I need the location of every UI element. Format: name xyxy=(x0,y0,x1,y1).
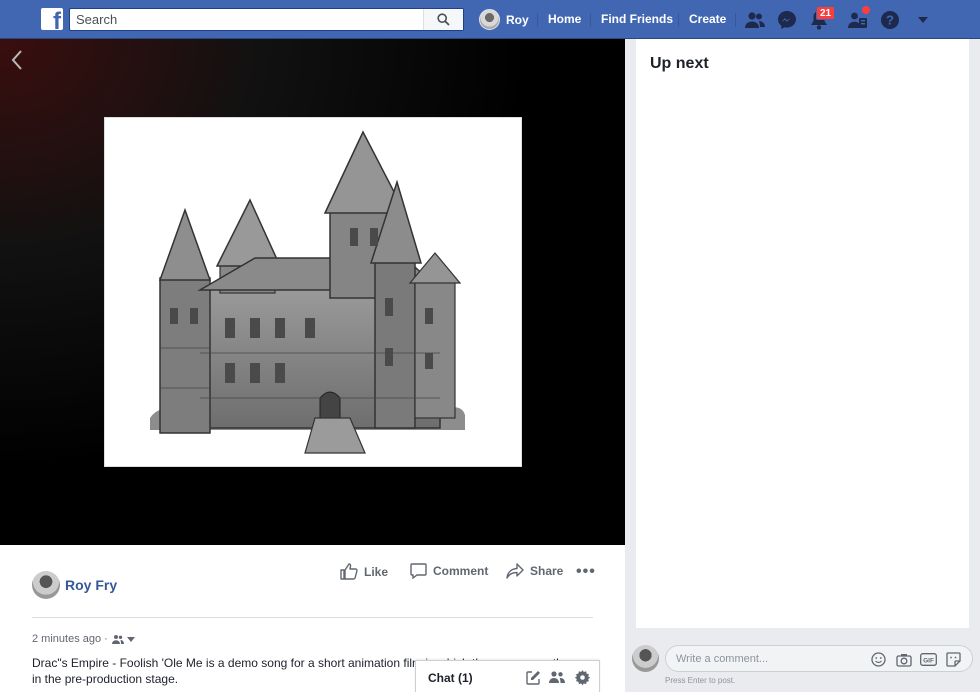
up-next-title: Up next xyxy=(650,55,709,72)
camera-icon[interactable] xyxy=(895,651,912,668)
chevron-left-icon[interactable] xyxy=(8,49,28,71)
comment-button[interactable]: Comment xyxy=(410,563,488,579)
group-chat-icon[interactable] xyxy=(549,669,565,685)
nav-divider xyxy=(590,13,591,27)
search-icon xyxy=(437,13,450,26)
account-menu-caret-icon[interactable] xyxy=(912,9,934,31)
post-timestamp: 2 minutes ago · xyxy=(32,633,135,645)
svg-text:GIF: GIF xyxy=(923,657,934,664)
timestamp-link[interactable]: 2 minutes ago · xyxy=(32,633,108,645)
photo-theater xyxy=(0,39,625,545)
gear-icon[interactable] xyxy=(574,669,590,685)
post-author-name[interactable]: Roy Fry xyxy=(65,577,117,593)
avatar xyxy=(632,645,659,672)
chat-bar[interactable]: Chat (1) xyxy=(415,660,600,692)
right-sidebar: Up next GIF Press Enter to post. xyxy=(625,39,980,692)
search-button[interactable] xyxy=(423,9,463,30)
unread-indicator-dot xyxy=(862,6,870,14)
top-navigation-bar: f Roy Home Find Friends Create 21 ? xyxy=(0,0,980,39)
castle-illustration xyxy=(150,130,465,454)
nav-create-link[interactable]: Create xyxy=(689,12,726,26)
press-enter-hint: Press Enter to post. xyxy=(665,676,736,685)
help-icon[interactable]: ? xyxy=(879,9,901,31)
comment-composer: GIF xyxy=(665,645,973,672)
emoji-icon[interactable] xyxy=(870,651,887,668)
messenger-icon[interactable] xyxy=(776,9,798,31)
nav-profile-name: Roy xyxy=(506,12,529,27)
post-photo[interactable] xyxy=(104,117,522,467)
chat-label: Chat (1) xyxy=(428,671,473,685)
nav-find-friends-link[interactable]: Find Friends xyxy=(601,12,673,26)
more-options-button[interactable]: ••• xyxy=(576,563,596,581)
share-icon xyxy=(506,563,524,579)
svg-text:?: ? xyxy=(886,13,894,28)
comment-icon xyxy=(410,563,427,579)
avatar xyxy=(479,9,500,30)
up-next-panel: Up next xyxy=(636,39,969,628)
friend-requests-icon[interactable] xyxy=(744,9,766,31)
audience-selector[interactable] xyxy=(111,634,135,644)
nav-profile-link[interactable]: Roy xyxy=(479,8,529,31)
search-input[interactable] xyxy=(70,9,425,30)
sticker-icon[interactable] xyxy=(945,651,962,668)
compose-icon[interactable] xyxy=(525,669,541,685)
facebook-logo-icon[interactable]: f xyxy=(41,8,63,30)
friends-audience-icon xyxy=(111,635,124,644)
nav-divider xyxy=(537,13,538,27)
nav-divider xyxy=(735,13,736,27)
nav-home-link[interactable]: Home xyxy=(548,12,581,26)
share-button[interactable]: Share xyxy=(506,563,563,579)
avatar[interactable] xyxy=(32,571,60,599)
like-button[interactable]: Like xyxy=(340,563,388,580)
search-bar xyxy=(69,8,464,31)
notification-count-badge: 21 xyxy=(816,6,836,20)
nav-divider xyxy=(678,13,679,27)
divider xyxy=(32,617,593,618)
caret-down-icon xyxy=(126,636,135,642)
gif-icon[interactable]: GIF xyxy=(920,651,937,668)
comment-input[interactable] xyxy=(676,650,866,668)
thumbs-up-icon xyxy=(340,563,358,580)
